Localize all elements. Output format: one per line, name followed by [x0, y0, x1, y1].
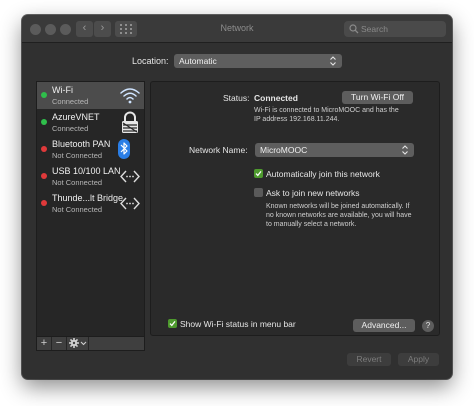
search-icon: [349, 24, 359, 34]
service-name: USB 10/100 LAN: [52, 166, 121, 176]
revert-button[interactable]: Revert: [347, 353, 391, 366]
show-status-checkbox[interactable]: [168, 319, 177, 328]
service-status: Connected: [52, 124, 89, 133]
service-list-controls: + −: [36, 337, 145, 351]
turn-wifi-off-button[interactable]: Turn Wi-Fi Off: [342, 91, 413, 104]
ask-join-description-line1: Known networks will be joined automatica…: [266, 203, 410, 210]
ask-join-description-line2: no known networks are available, you wil…: [266, 212, 412, 219]
add-service-button[interactable]: +: [37, 337, 52, 350]
show-status-label: Show Wi-Fi status in menu bar: [180, 319, 296, 329]
service-name: Wi-Fi: [52, 85, 73, 95]
wifi-icon: [120, 88, 140, 104]
service-item-usb-lan[interactable]: USB 10/100 LAN Not Connected: [37, 163, 144, 190]
vpn-lock-icon: [122, 111, 138, 133]
service-status: Not Connected: [52, 205, 103, 214]
status-description-line2: IP address 192.168.11.244.: [254, 116, 340, 123]
help-button[interactable]: ?: [422, 320, 434, 332]
auto-join-label: Automatically join this network: [266, 169, 380, 179]
ask-join-label: Ask to join new networks: [266, 188, 360, 198]
remove-service-button[interactable]: −: [52, 337, 67, 350]
service-status: Connected: [52, 97, 89, 106]
checkmark-icon: [169, 320, 176, 327]
status-description-line1: Wi-Fi is connected to MicroMOOC and has …: [254, 107, 399, 114]
status-dot: [41, 119, 47, 125]
location-value: Automatic: [179, 56, 217, 66]
checkmark-icon: [255, 170, 262, 177]
auto-join-checkbox[interactable]: [254, 169, 263, 178]
service-item-thunderbolt-bridge[interactable]: Thunde...lt Bridge Not Connected: [37, 190, 144, 217]
advanced-button[interactable]: Advanced...: [353, 319, 415, 332]
ethernet-icon: [120, 197, 140, 210]
location-label: Location:: [132, 56, 169, 66]
service-name: Thunde...lt Bridge: [52, 193, 124, 203]
ask-join-checkbox[interactable]: [254, 188, 263, 197]
service-status: Not Connected: [52, 151, 103, 160]
service-item-wifi[interactable]: Wi-Fi Connected: [37, 82, 144, 109]
search-field[interactable]: Search: [344, 21, 446, 37]
chevron-updown-icon: [330, 56, 336, 66]
service-list: Wi-Fi Connected AzureVNET Connected Blue…: [36, 81, 145, 337]
status-dot: [41, 173, 47, 179]
network-name-value: MicroMOOC: [260, 145, 308, 155]
service-status: Not Connected: [52, 178, 103, 187]
status-value: Connected: [254, 93, 298, 103]
service-name: AzureVNET: [52, 112, 100, 122]
status-label: Status:: [223, 93, 250, 103]
status-dot: [41, 146, 47, 152]
location-popup[interactable]: Automatic: [174, 54, 342, 68]
bluetooth-icon: [118, 139, 130, 159]
network-name-popup[interactable]: MicroMOOC: [255, 143, 414, 157]
ask-join-description-line3: to manually select a network.: [266, 221, 357, 228]
status-dot: [41, 92, 47, 98]
search-placeholder: Search: [361, 24, 388, 34]
service-name: Bluetooth PAN: [52, 139, 111, 149]
ethernet-icon: [120, 170, 140, 183]
service-item-bluetooth-pan[interactable]: Bluetooth PAN Not Connected: [37, 136, 144, 163]
status-dot: [41, 200, 47, 206]
service-actions-button[interactable]: [67, 337, 89, 350]
chevron-updown-icon: [402, 145, 408, 155]
gear-icon: [68, 338, 86, 348]
apply-button[interactable]: Apply: [398, 353, 439, 366]
network-preferences-window: ‹ › Network Search Location: Automatic W…: [22, 15, 452, 379]
title-bar: ‹ › Network Search: [22, 15, 452, 43]
network-name-label: Network Name:: [189, 145, 248, 155]
service-item-azurevnet[interactable]: AzureVNET Connected: [37, 109, 144, 136]
service-detail-panel: Status: Connected Turn Wi-Fi Off Wi-Fi i…: [150, 81, 440, 336]
